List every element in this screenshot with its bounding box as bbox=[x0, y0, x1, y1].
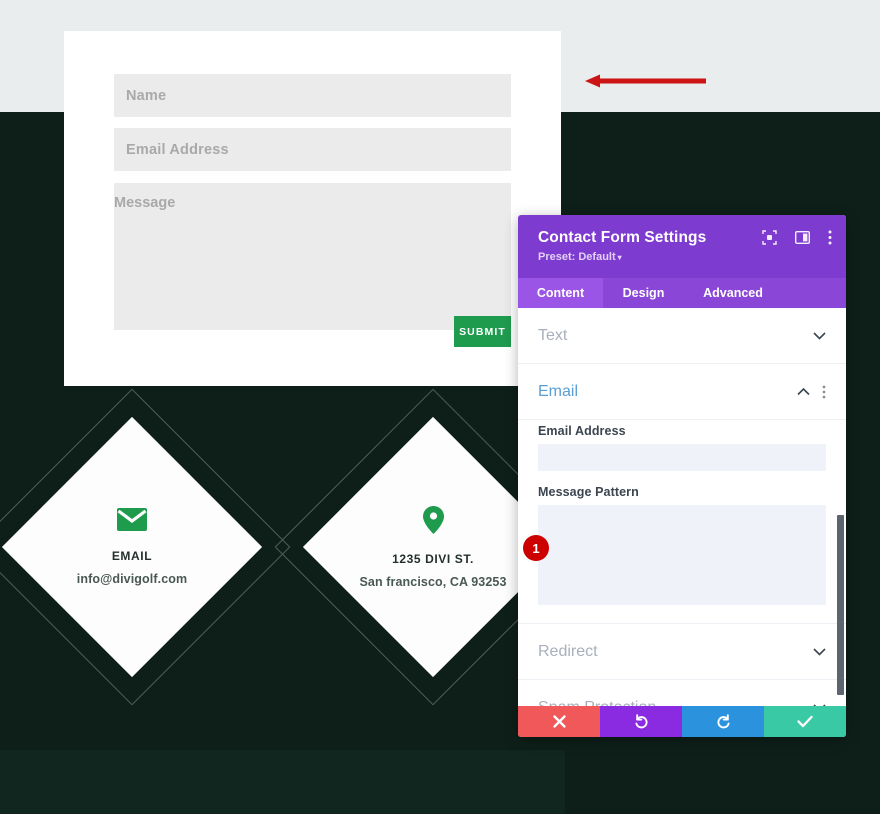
preset-selector[interactable]: Preset: Default ▾ bbox=[538, 251, 830, 263]
message-pattern-label: Message Pattern bbox=[538, 485, 639, 499]
preset-label: Preset: Default bbox=[538, 251, 616, 263]
info-card-address: 1235 DIVI ST. San francisco, CA 93253 bbox=[274, 388, 592, 706]
email-section-body: Email Address Message Pattern bbox=[518, 420, 846, 624]
panel-scrollbar-thumb[interactable] bbox=[837, 515, 844, 695]
kebab-menu-icon[interactable] bbox=[828, 230, 832, 245]
close-icon bbox=[552, 715, 566, 728]
settings-panel-tabs: Content Design Advanced bbox=[518, 278, 846, 308]
chevron-down-icon: ▾ bbox=[617, 253, 622, 262]
kebab-menu-icon[interactable] bbox=[822, 385, 826, 399]
contact-form-settings-modal: Contact Form Settings Preset: Default ▾ C… bbox=[518, 215, 846, 737]
settings-panel-header-icons bbox=[762, 230, 832, 245]
email-address-setting-input[interactable] bbox=[538, 444, 826, 471]
undo-icon bbox=[634, 714, 648, 729]
section-label: Email bbox=[538, 382, 579, 400]
chevron-down-icon[interactable] bbox=[813, 331, 826, 340]
undo-button[interactable] bbox=[600, 706, 682, 737]
annotation-arrow-left bbox=[585, 74, 706, 88]
chevron-down-icon[interactable] bbox=[813, 647, 826, 656]
info-card-email: EMAIL info@divigolf.com bbox=[0, 388, 291, 706]
tab-design[interactable]: Design bbox=[603, 278, 684, 308]
section-label: Spam Protection bbox=[538, 699, 656, 707]
info-card-title: EMAIL bbox=[111, 549, 153, 563]
page-background-bottom-band bbox=[0, 750, 565, 814]
submit-button[interactable]: SUBMIT bbox=[454, 316, 511, 347]
check-icon bbox=[797, 715, 813, 728]
section-label: Redirect bbox=[538, 642, 598, 660]
info-card-title: 1235 DIVI ST. bbox=[392, 551, 474, 566]
message-pattern-textarea[interactable] bbox=[538, 505, 826, 605]
step-badge-1: 1 bbox=[523, 535, 549, 561]
message-placeholder-text: Message bbox=[114, 195, 176, 211]
layout-columns-icon[interactable] bbox=[795, 230, 810, 245]
target-icon[interactable] bbox=[762, 230, 777, 245]
redo-icon bbox=[716, 714, 730, 729]
info-card-subtitle: info@divigolf.com bbox=[76, 572, 188, 586]
cancel-button[interactable] bbox=[518, 706, 600, 737]
map-pin-icon bbox=[422, 505, 444, 534]
chevron-down-icon[interactable] bbox=[813, 703, 826, 707]
settings-panel-body: Text Email Email Address Message Pattern… bbox=[518, 308, 846, 706]
info-card-subtitle: San francisco, CA 93253 bbox=[359, 574, 507, 589]
email-address-input[interactable]: Email Address bbox=[114, 128, 511, 171]
section-label: Text bbox=[538, 326, 568, 344]
email-address-label: Email Address bbox=[538, 424, 626, 438]
save-button[interactable] bbox=[764, 706, 846, 737]
message-input[interactable]: Message bbox=[114, 183, 511, 330]
section-toggle-text[interactable]: Text bbox=[518, 308, 846, 364]
panel-scrollbar[interactable] bbox=[837, 515, 844, 695]
contact-form-card: Name Email Address Message SUBMIT bbox=[64, 31, 561, 386]
section-toggle-redirect[interactable]: Redirect bbox=[518, 624, 846, 680]
settings-panel-header: Contact Form Settings Preset: Default ▾ bbox=[518, 215, 846, 278]
envelope-icon bbox=[117, 508, 147, 531]
settings-panel-actions bbox=[518, 706, 846, 737]
chevron-up-icon[interactable] bbox=[797, 387, 810, 396]
section-toggle-email[interactable]: Email bbox=[518, 364, 846, 420]
tab-advanced[interactable]: Advanced bbox=[684, 278, 782, 308]
section-toggle-spam-protection[interactable]: Spam Protection bbox=[518, 680, 846, 706]
redo-button[interactable] bbox=[682, 706, 764, 737]
name-input[interactable]: Name bbox=[114, 74, 511, 117]
tab-content[interactable]: Content bbox=[518, 278, 603, 308]
